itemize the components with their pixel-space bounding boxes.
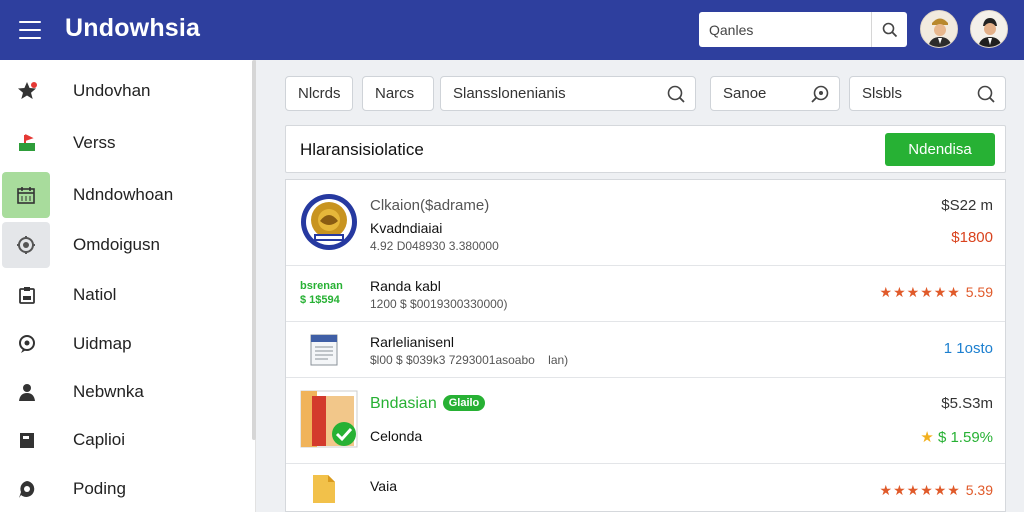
search-box[interactable] xyxy=(699,12,907,47)
person-icon xyxy=(14,379,40,405)
rating-value: 5.39 xyxy=(965,482,993,498)
panel-title: Hlaransisiolatice xyxy=(300,140,424,159)
sidebar-scrollbar[interactable] xyxy=(252,60,256,440)
file-icon xyxy=(312,474,336,509)
item-title: Randa kabl xyxy=(370,278,441,294)
item-thumbnail: bsrenan $ 1$594 xyxy=(300,279,343,307)
status-badge: Glailo xyxy=(442,395,486,411)
item-subtitle: Celonda xyxy=(370,428,423,444)
item-title: Clkaion($adrame) xyxy=(370,197,490,214)
item-price: $5.S3m xyxy=(941,395,993,412)
list-item[interactable]: bsrenan $ 1$594 Randa kabl 1200 $ $00193… xyxy=(286,266,1005,322)
filter-chip-1[interactable]: Nlcrds xyxy=(285,76,353,111)
flag-icon xyxy=(14,130,40,156)
sidebar-item-label: Natiol xyxy=(73,285,117,304)
chip-label: Slsbls xyxy=(862,85,903,102)
item-title-text: Bndasian xyxy=(370,395,437,412)
list-item[interactable]: Vaia ★★★★★★ 5.39 xyxy=(286,464,1005,511)
sidebar-item-label: Poding xyxy=(73,479,126,498)
sidebar-item-label: Nebwnka xyxy=(73,382,144,401)
sidebar-item-label: Verss xyxy=(73,133,116,152)
rating-value: 5.59 xyxy=(965,284,993,300)
filter-chip-2[interactable]: Narcs xyxy=(362,76,434,111)
list-item[interactable]: Clkaion($adrame) Kvadndiaiai 4.92 D04893… xyxy=(286,180,1005,266)
chip-label: Nlcrds xyxy=(298,85,341,102)
item-price: $S22 m xyxy=(941,197,993,214)
item-title: Vaia xyxy=(370,478,397,494)
search-icon[interactable] xyxy=(976,84,996,104)
thumb-text-1: bsrenan xyxy=(300,280,343,292)
item-meta: $l00 $ $039k3 7293001asoabo lan) xyxy=(370,353,568,367)
filter-search-chip[interactable]: Slansslonenianis xyxy=(440,76,696,111)
sidebar-item-label: Caplioi xyxy=(73,430,125,449)
calendar-icon xyxy=(2,172,50,218)
sidebar-item-3[interactable]: Omdoigusn xyxy=(0,222,255,268)
zoom-icon[interactable] xyxy=(810,84,830,104)
chip-label: Narcs xyxy=(375,85,415,102)
user-avatar[interactable] xyxy=(920,10,958,48)
panel-header: Hlaransisiolatice Ndendisa xyxy=(285,125,1006,173)
folder-icon xyxy=(14,427,40,453)
filter-chip-3[interactable]: Sanoe xyxy=(710,76,840,111)
item-value: ★ $ 1.59% xyxy=(920,428,993,446)
item-link-value[interactable]: 1 1osto xyxy=(944,340,993,357)
star-rating-icon: ★★★★★★ xyxy=(879,284,966,300)
item-rating: ★★★★★★ 5.39 xyxy=(880,482,993,499)
item-meta-tail: lan) xyxy=(548,353,569,367)
filter-chip-4[interactable]: Slsbls xyxy=(849,76,1006,111)
document-icon xyxy=(310,334,338,371)
sidebar-item-6[interactable]: Nebwnka xyxy=(0,369,255,415)
item-rating: ★★★★★★ 5.59 xyxy=(880,284,993,301)
item-meta: 4.92 D048930 3.380000 xyxy=(370,239,499,253)
chat-icon xyxy=(14,476,40,502)
menu-icon[interactable] xyxy=(19,21,41,39)
sidebar: Undovhan Verss Ndndowhoan Omdoigusn Nati… xyxy=(0,60,256,512)
sidebar-item-label: Undovhan xyxy=(73,81,151,100)
star-icon: ★ xyxy=(920,429,938,446)
sidebar-item-0[interactable]: Undovhan xyxy=(0,68,255,114)
item-list: Clkaion($adrame) Kvadndiaiai 4.92 D04893… xyxy=(285,179,1006,512)
sidebar-item-2[interactable]: Ndndowhoan xyxy=(0,172,255,218)
user-avatar[interactable] xyxy=(970,10,1008,48)
app-title: Undowhsia xyxy=(65,14,201,42)
sidebar-item-1[interactable]: Verss xyxy=(0,120,255,166)
search-icon xyxy=(882,22,897,37)
sidebar-item-4[interactable]: Natiol xyxy=(0,272,255,318)
item-value-text: $ 1.59% xyxy=(937,429,993,446)
item-meta-main: $l00 $ $039k3 7293001asoabo xyxy=(370,353,535,367)
search-input[interactable] xyxy=(699,12,869,47)
list-item[interactable]: Bndasian Glailo Celonda $5.S3m ★ $ 1.59% xyxy=(286,378,1005,464)
coin-logo-icon xyxy=(300,193,358,256)
chip-label: Slansslonenianis xyxy=(453,85,566,102)
primary-action-button[interactable]: Ndendisa xyxy=(885,133,995,166)
sidebar-item-label: Uidmap xyxy=(73,334,132,353)
sidebar-item-5[interactable]: Uidmap xyxy=(0,321,255,367)
location-icon xyxy=(14,331,40,357)
item-title: Bndasian Glailo xyxy=(370,395,486,413)
search-button[interactable] xyxy=(871,12,907,47)
sidebar-item-label: Ndndowhoan xyxy=(73,185,174,204)
item-meta: 1200 $ $0019300330000) xyxy=(370,297,508,311)
search-icon[interactable] xyxy=(666,84,686,104)
settings-icon xyxy=(2,222,50,268)
item-title: Rarlelianisenl xyxy=(370,334,455,350)
star-icon xyxy=(14,78,40,104)
top-app-bar: Undowhsia xyxy=(0,0,1024,60)
sidebar-item-8[interactable]: Poding xyxy=(0,466,255,512)
thumb-text-2: $ 1$594 xyxy=(300,294,340,306)
sidebar-item-7[interactable]: Caplioi xyxy=(0,417,255,463)
item-value: $1800 xyxy=(951,229,993,246)
clipboard-icon xyxy=(14,282,40,308)
item-subtitle: Kvadndiaiai xyxy=(370,220,443,236)
chip-label: Sanoe xyxy=(723,85,767,102)
star-rating-icon: ★★★★★★ xyxy=(879,482,966,498)
list-item[interactable]: Rarlelianisenl $l00 $ $039k3 7293001asoa… xyxy=(286,322,1005,378)
sidebar-item-label: Omdoigusn xyxy=(73,235,160,254)
app-thumbnail-icon xyxy=(300,390,358,453)
